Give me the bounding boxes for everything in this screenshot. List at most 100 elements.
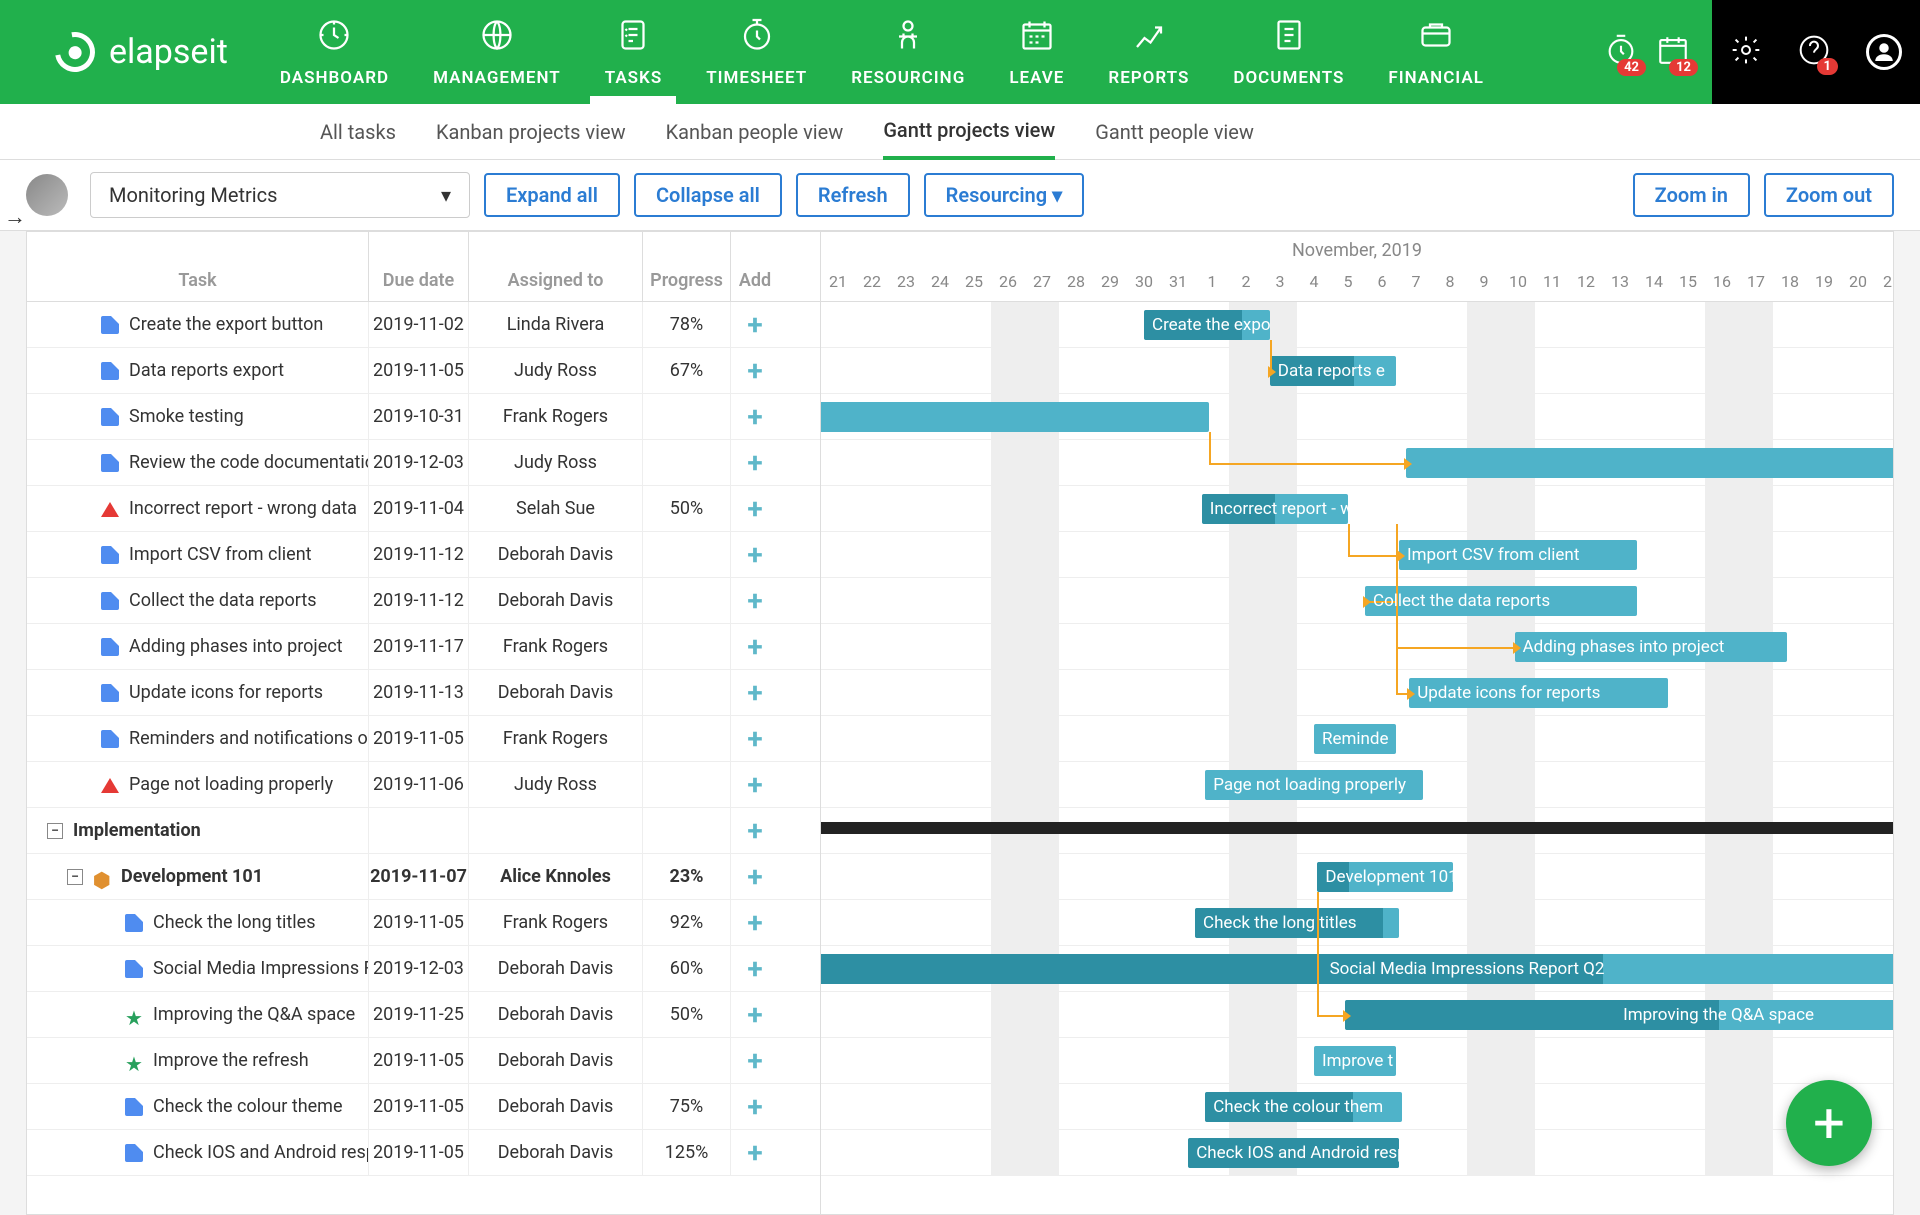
expand-toggle[interactable]: − [67, 869, 83, 885]
add-subtask-button[interactable]: + [731, 440, 779, 485]
add-subtask-button[interactable]: + [731, 624, 779, 669]
tab-gantt-people-view[interactable]: Gantt people view [1095, 106, 1254, 158]
add-subtask-button[interactable]: + [731, 1084, 779, 1129]
zoom-in-button[interactable]: Zoom in [1633, 173, 1750, 217]
table-row[interactable]: Reminders and notifications on en2019-11… [27, 716, 820, 762]
calendar-notif-icon[interactable]: 12 [1656, 33, 1690, 72]
nav-resourcing[interactable]: RESOURCING [829, 0, 987, 104]
gantt-bar[interactable]: Adding phases into project [1515, 632, 1787, 662]
nav-documents[interactable]: DOCUMENTS [1211, 0, 1366, 104]
gantt-row: Update icons for reports [821, 670, 1893, 716]
col-add: Add [731, 232, 779, 301]
table-row[interactable]: Adding phases into project2019-11-17Fran… [27, 624, 820, 670]
add-subtask-button[interactable]: + [731, 992, 779, 1037]
table-row[interactable]: Smoke testing2019-10-31Frank Rogers+ [27, 394, 820, 440]
add-subtask-button[interactable]: + [731, 578, 779, 623]
sidebar-toggle-icon[interactable]: → [4, 204, 26, 230]
table-row[interactable]: ★Improve the refresh2019-11-05Deborah Da… [27, 1038, 820, 1084]
tab-kanban-projects-view[interactable]: Kanban projects view [436, 106, 626, 158]
nav-timesheet[interactable]: TIMESHEET [684, 0, 829, 104]
add-subtask-button[interactable]: + [731, 716, 779, 761]
add-subtask-button[interactable]: + [731, 762, 779, 807]
task-name: Check IOS and Android resp [153, 1142, 369, 1163]
table-row[interactable]: Incorrect report - wrong data2019-11-04S… [27, 486, 820, 532]
expand-toggle[interactable]: − [47, 823, 63, 839]
refresh-button[interactable]: Refresh [796, 173, 910, 217]
nav-financial[interactable]: FINANCIAL [1366, 0, 1505, 104]
table-row[interactable]: Review the code documentation2019-12-03J… [27, 440, 820, 486]
logo[interactable]: elapseit [0, 32, 258, 72]
table-row[interactable]: Check the long titles2019-11-05Frank Rog… [27, 900, 820, 946]
gantt-bar[interactable]: Update icons for reports [1409, 678, 1667, 708]
table-row[interactable]: Data reports export2019-11-05Judy Ross67… [27, 348, 820, 394]
stopwatch-icon[interactable]: 42 [1604, 33, 1638, 72]
add-subtask-button[interactable]: + [731, 670, 779, 715]
gantt-bar[interactable]: Check IOS and Android respon [1188, 1138, 1399, 1168]
collapse-all-button[interactable]: Collapse all [634, 173, 782, 217]
project-select[interactable]: Monitoring Metrics ▾ [90, 172, 470, 218]
add-subtask-button[interactable]: + [731, 486, 779, 531]
nav-tasks[interactable]: TASKS [583, 0, 685, 104]
gantt-bar[interactable]: Social Media Impressions Report Q2 [821, 954, 1893, 984]
task-name: Improving the Q&A space [153, 1004, 355, 1025]
gantt-bar[interactable]: Improving the Q&A space [1345, 1000, 1893, 1030]
table-row[interactable]: −⬢Development 1012019-11-07Alice Knnoles… [27, 854, 820, 900]
gantt-bar[interactable]: Reminde [1314, 724, 1396, 754]
nav-dashboard[interactable]: DASHBOARD [258, 0, 411, 104]
add-subtask-button[interactable]: + [731, 946, 779, 991]
table-row[interactable]: Social Media Impressions Re2019-12-03Deb… [27, 946, 820, 992]
gantt-bar[interactable]: Create the export [1144, 310, 1270, 340]
add-subtask-button[interactable]: + [731, 900, 779, 945]
add-subtask-button[interactable]: + [731, 1130, 779, 1175]
gantt-bar[interactable]: Improve t [1314, 1046, 1396, 1076]
nav-management[interactable]: MANAGEMENT [411, 0, 583, 104]
add-subtask-button[interactable]: + [731, 1038, 779, 1083]
add-subtask-button[interactable]: + [731, 532, 779, 577]
gantt-grid: Task Due date Assigned to Progress Add C… [26, 231, 1894, 1215]
expand-all-button[interactable]: Expand all [484, 173, 620, 217]
table-row[interactable]: −Implementation+ [27, 808, 820, 854]
timeline-day: 29 [1093, 272, 1127, 291]
add-fab-button[interactable]: + [1786, 1080, 1872, 1166]
add-subtask-button[interactable]: + [731, 854, 779, 899]
gantt-row [821, 394, 1893, 440]
gantt-bar[interactable]: Check the long titles [1195, 908, 1399, 938]
table-row[interactable]: Import CSV from client2019-11-12Deborah … [27, 532, 820, 578]
table-row[interactable]: Collect the data reports2019-11-12Debora… [27, 578, 820, 624]
timeline-day: 7 [1399, 272, 1433, 291]
tab-kanban-people-view[interactable]: Kanban people view [666, 106, 844, 158]
nav-leave[interactable]: LEAVE [987, 0, 1086, 104]
gear-icon[interactable] [1730, 34, 1762, 71]
resourcing-dropdown[interactable]: Resourcing [924, 173, 1084, 217]
user-avatar-icon[interactable] [1866, 34, 1902, 70]
gantt-bar[interactable]: Check the colour them [1205, 1092, 1402, 1122]
gantt-row: Data reports e [821, 348, 1893, 394]
table-row[interactable]: Page not loading properly2019-11-06Judy … [27, 762, 820, 808]
timeline-day: 2 [1229, 272, 1263, 291]
tab-gantt-projects-view[interactable]: Gantt projects view [883, 104, 1055, 160]
gantt-bar[interactable]: Import CSV from client [1399, 540, 1637, 570]
task-name: Development 101 [121, 866, 263, 887]
gantt-bar[interactable]: Collect the data reports [1365, 586, 1637, 616]
add-subtask-button[interactable]: + [731, 808, 779, 853]
gantt-bar[interactable]: Review the code documen [1406, 448, 1893, 478]
table-row[interactable]: Check the colour theme2019-11-05Deborah … [27, 1084, 820, 1130]
zoom-out-button[interactable]: Zoom out [1764, 173, 1894, 217]
help-icon[interactable]: 1 [1798, 34, 1830, 71]
gantt-chart[interactable]: November, 2019 2122232425262728293031123… [821, 232, 1893, 1214]
add-subtask-button[interactable]: + [731, 302, 779, 347]
gantt-bar[interactable]: Data reports e [1270, 356, 1396, 386]
gantt-bar[interactable]: Page not loading properly [1205, 770, 1423, 800]
table-row[interactable]: Check IOS and Android resp2019-11-05Debo… [27, 1130, 820, 1176]
table-row[interactable]: ★Improving the Q&A space2019-11-25Debora… [27, 992, 820, 1038]
add-subtask-button[interactable]: + [731, 348, 779, 393]
nav-reports[interactable]: REPORTS [1086, 0, 1211, 104]
table-row[interactable]: Create the export button2019-11-02Linda … [27, 302, 820, 348]
gantt-bar[interactable]: Development 101 [1317, 862, 1453, 892]
gantt-bar[interactable] [821, 402, 1209, 432]
gantt-bar[interactable]: Incorrect report - w [1202, 494, 1348, 524]
add-subtask-button[interactable]: + [731, 394, 779, 439]
table-row[interactable]: Update icons for reports2019-11-13Debora… [27, 670, 820, 716]
chevron-down-icon: ▾ [441, 183, 451, 207]
tab-all-tasks[interactable]: All tasks [320, 106, 396, 158]
